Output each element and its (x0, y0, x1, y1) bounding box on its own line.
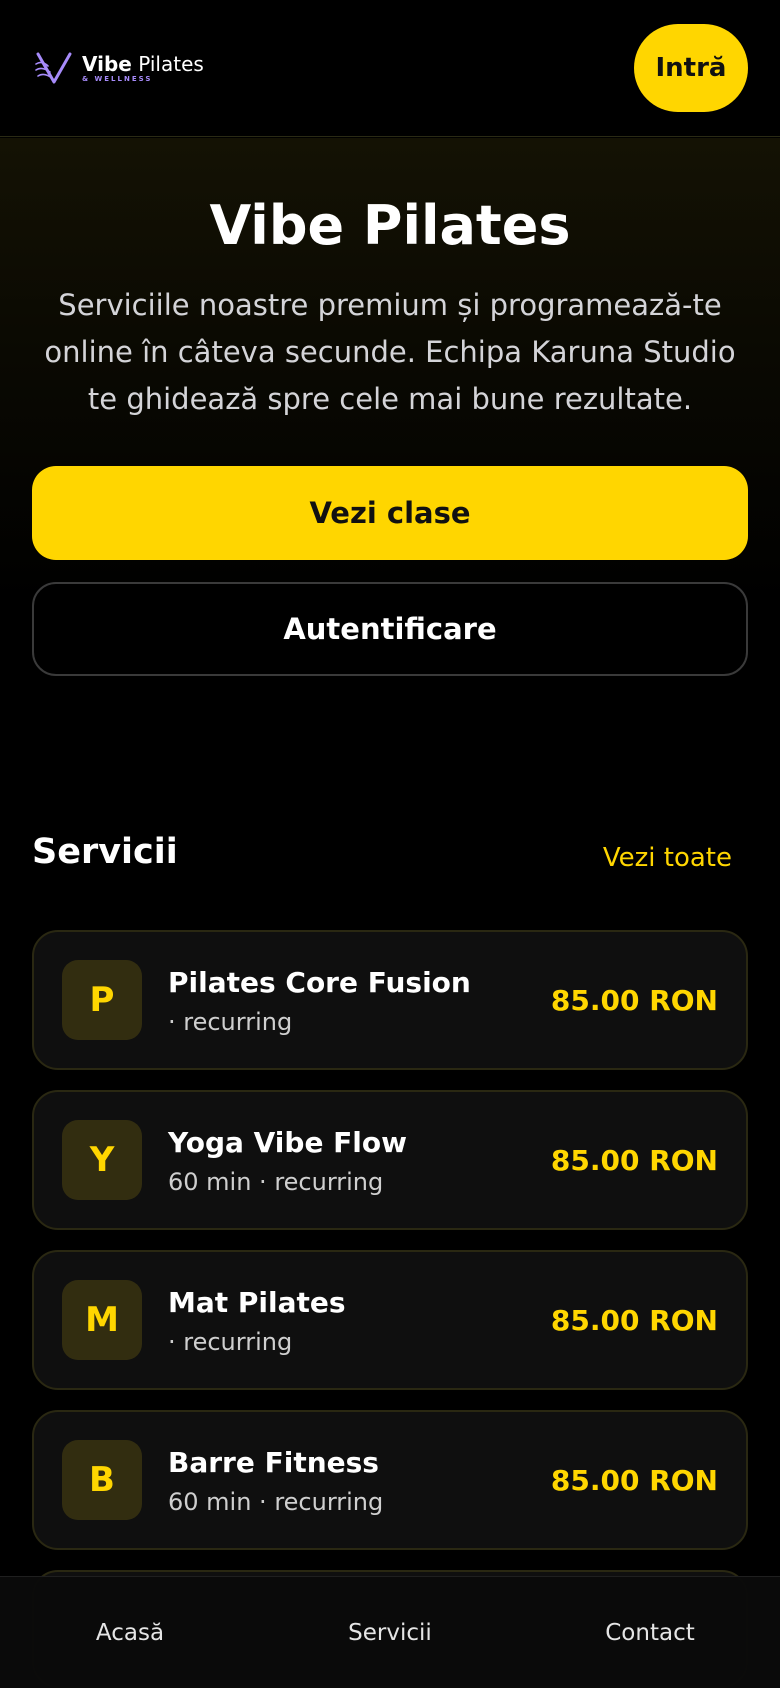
see-all-services-link[interactable]: Vezi toate (603, 843, 732, 873)
login-button[interactable]: Intră (634, 24, 748, 112)
services-section-title: Servicii (32, 832, 178, 872)
service-meta: · recurring (168, 1008, 293, 1036)
service-meta: · recurring (168, 1328, 293, 1356)
service-name: Mat Pilates (168, 1286, 346, 1319)
top-header: Vibe Pilates & WELLNESS Intră (0, 0, 780, 137)
nav-services[interactable]: Servicii (290, 1577, 490, 1688)
service-initial-badge: Y (62, 1120, 142, 1200)
hero-title: Vibe Pilates (209, 194, 571, 257)
nav-contact[interactable]: Contact (550, 1577, 750, 1688)
logo-v-icon (35, 52, 72, 84)
hero-section: Vibe Pilates Serviciile noastre premium … (0, 138, 780, 758)
service-price: 85.00 RON (550, 1144, 718, 1177)
service-price: 85.00 RON (550, 984, 718, 1017)
view-classes-button[interactable]: Vezi clase (32, 466, 748, 560)
service-initial-badge: B (62, 1440, 142, 1520)
service-initial-badge: M (62, 1280, 142, 1360)
logo-subtitle: & WELLNESS (82, 74, 153, 83)
service-card[interactable]: B Barre Fitness 60 min · recurring 85.00… (32, 1410, 748, 1550)
service-name: Barre Fitness (168, 1446, 379, 1479)
service-price: 85.00 RON (550, 1304, 718, 1337)
hero-subtitle: Serviciile noastre premium și programeaz… (44, 288, 736, 416)
service-initial-badge: P (62, 960, 142, 1040)
service-meta: 60 min · recurring (168, 1488, 384, 1516)
service-meta: 60 min · recurring (168, 1168, 384, 1196)
service-card[interactable]: Y Yoga Vibe Flow 60 min · recurring 85.0… (32, 1090, 748, 1230)
logo-light-text: Pilates (138, 51, 204, 76)
logo-wordmark: Vibe Pilates & WELLNESS (82, 54, 204, 83)
service-card[interactable]: P Pilates Core Fusion · recurring 85.00 … (32, 930, 748, 1070)
service-price: 85.00 RON (550, 1464, 718, 1497)
nav-home[interactable]: Acasă (30, 1577, 230, 1688)
logo[interactable]: Vibe Pilates & WELLNESS (34, 50, 204, 86)
service-name: Pilates Core Fusion (168, 966, 471, 999)
authentication-button[interactable]: Autentificare (32, 582, 748, 676)
service-card[interactable]: M Mat Pilates · recurring 85.00 RON (32, 1250, 748, 1390)
service-name: Yoga Vibe Flow (168, 1126, 408, 1159)
bottom-navigation: Acasă Servicii Contact (0, 1576, 780, 1688)
logo-bold-text: Vibe (82, 51, 132, 76)
